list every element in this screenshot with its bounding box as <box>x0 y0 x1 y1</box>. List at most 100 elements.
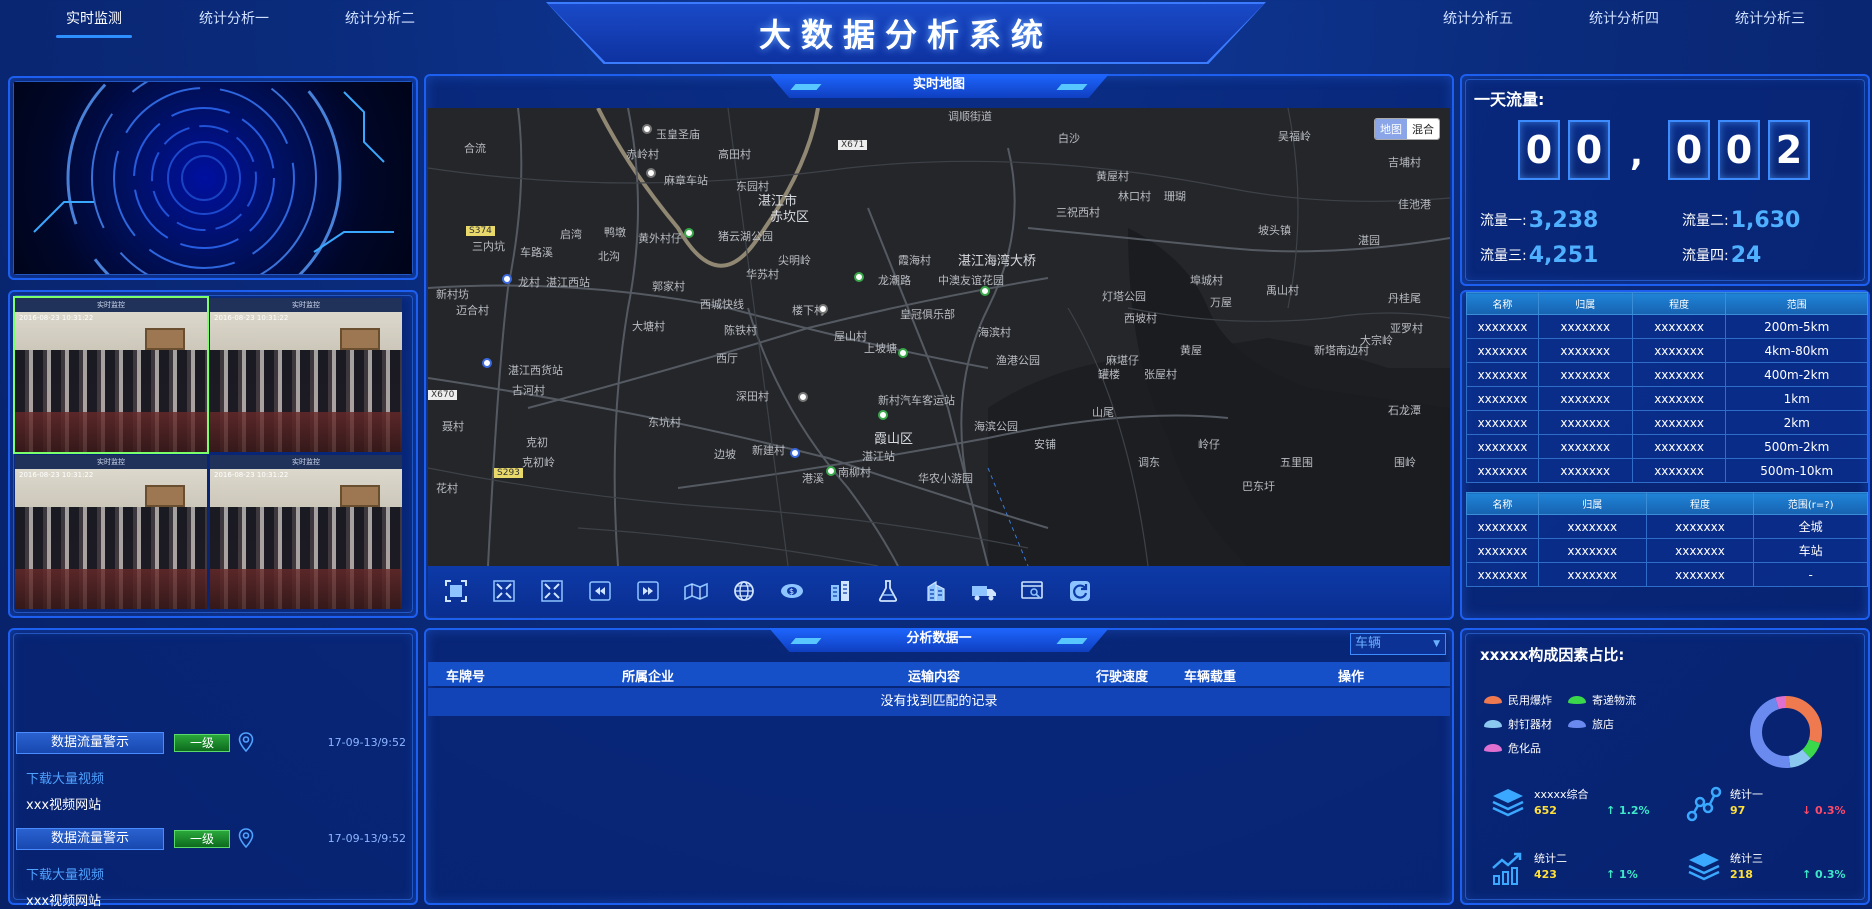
map-place-label: 白沙 <box>1058 132 1080 145</box>
map-marker-icon[interactable] <box>502 274 512 284</box>
truck-icon[interactable] <box>968 575 1000 607</box>
map-place-label: 港溪 <box>802 472 824 485</box>
header-owner: 归属 <box>1537 492 1647 515</box>
fast-forward-icon[interactable] <box>632 575 664 607</box>
map-place-label: 林口村 <box>1118 190 1151 203</box>
road-number-badge: X670 <box>428 390 458 400</box>
map-place-label: 克初岭 <box>522 456 555 469</box>
nav-analysis-1[interactable]: 统计分析一 <box>192 8 276 36</box>
map-marker-icon[interactable] <box>980 286 990 296</box>
camera-feed-3[interactable]: 实时监控 2016-08-23 10:31:22 <box>15 455 207 609</box>
flask-icon[interactable] <box>872 575 904 607</box>
map-place-label: 赤岭村 <box>626 148 659 161</box>
camera-timestamp: 2016-08-23 10:31:22 <box>19 314 94 322</box>
map-marker-icon[interactable] <box>646 168 656 178</box>
nav-realtime-monitor[interactable]: 实时监测 <box>56 8 132 38</box>
map-place-label: 安铺 <box>1034 438 1056 451</box>
realtime-map[interactable]: 地图 混合 调顺街道 玉皇圣庙 合流 赤岭村 高田村 X671 白沙 吴福岭 吉埔村 麻章车站 东园… <box>428 108 1450 566</box>
map-roads <box>428 108 1450 566</box>
map-marker-icon[interactable] <box>482 358 492 368</box>
map-place-label: 合流 <box>464 142 486 155</box>
map-place-label: 罐楼 <box>1098 368 1120 381</box>
table-row[interactable]: xxxxxxx xxxxxxx xxxxxxx 500m-10km <box>1466 458 1868 483</box>
column-cargo[interactable]: 运输内容 <box>908 666 960 685</box>
map-place-label: 霞山区 <box>874 432 914 447</box>
vehicle-type-select[interactable]: 车辆 ▼ <box>1350 633 1446 655</box>
map-marker-icon[interactable] <box>818 304 828 314</box>
map-place-label: 猪云湖公园 <box>718 230 773 243</box>
map-place-label: 张屋村 <box>1144 368 1177 381</box>
fullscreen-icon[interactable] <box>440 575 472 607</box>
analysis-panel-title: 分析数据一 <box>769 628 1109 652</box>
search-window-icon[interactable] <box>1016 575 1048 607</box>
table-cell: xxxxxxx <box>1645 562 1755 587</box>
map-place-label: 渔港公园 <box>996 354 1040 367</box>
map-mode-map[interactable]: 地图 <box>1375 119 1407 139</box>
header-degree: 程度 <box>1631 292 1727 315</box>
map-place-label: 禹山村 <box>1266 284 1299 297</box>
camera-feed-2[interactable]: 实时监控 2016-08-23 10:31:22 <box>210 298 402 452</box>
column-speed[interactable]: 行驶速度 <box>1096 666 1148 685</box>
alert-button[interactable]: 数据流量警示 <box>16 732 164 754</box>
table-row[interactable]: xxxxxxx xxxxxxx xxxxxxx 500m-2km <box>1466 434 1868 459</box>
map-marker-icon[interactable] <box>798 392 808 402</box>
map-place-label: 黄屋 <box>1180 344 1202 357</box>
globe-icon[interactable] <box>728 575 760 607</box>
layers-icon <box>1492 789 1524 817</box>
stat-item-1: xxxxx综合 652 ↑ 1.2% <box>1490 786 1690 826</box>
column-plate[interactable]: 车牌号 <box>446 666 485 685</box>
map-layer-icon[interactable] <box>680 575 712 607</box>
table-row[interactable]: xxxxxxx xxxxxxx xxxxxxx - <box>1466 562 1868 587</box>
building-icon[interactable] <box>824 575 856 607</box>
map-place-label: 亚罗村 <box>1390 322 1423 335</box>
table-row[interactable]: xxxxxxx xxxxxxx xxxxxxx 2km <box>1466 410 1868 435</box>
map-marker-icon[interactable] <box>898 348 908 358</box>
map-place-label: 车路溪 <box>520 246 553 259</box>
map-marker-icon[interactable] <box>684 228 694 238</box>
column-action: 操作 <box>1338 670 1365 685</box>
nav-analysis-2[interactable]: 统计分析二 <box>338 8 422 36</box>
location-pin-icon[interactable] <box>238 828 254 848</box>
map-place-label: 大塘村 <box>632 320 665 333</box>
map-place-label: 霞海村 <box>898 254 931 267</box>
money-icon[interactable]: $ <box>776 575 808 607</box>
camera-feed-4[interactable]: 实时监控 2016-08-23 10:31:22 <box>210 455 402 609</box>
map-place-label: 五里围 <box>1280 456 1313 469</box>
table-row[interactable]: xxxxxxx xxxxxxx xxxxxxx 全城 <box>1466 514 1868 539</box>
map-place-label: 北沟 <box>598 250 620 263</box>
tunnel-visual <box>14 82 412 274</box>
expand-icon[interactable] <box>488 575 520 607</box>
table-row[interactable]: xxxxxxx xxxxxxx xxxxxxx 400m-2km <box>1466 362 1868 387</box>
table-row[interactable]: xxxxxxx xxxxxxx xxxxxxx 200m-5km <box>1466 314 1868 339</box>
table-row[interactable]: xxxxxxx xxxxxxx xxxxxxx 车站 <box>1466 538 1868 563</box>
alert-link[interactable]: 下载大量视频 <box>26 768 104 787</box>
map-place-label: 埠城村 <box>1190 274 1223 287</box>
office-tower-icon[interactable] <box>920 575 952 607</box>
rewind-icon[interactable] <box>584 575 616 607</box>
alert-site: xxx视频网站 <box>26 894 102 909</box>
nav-analysis-3[interactable]: 统计分析三 <box>1728 8 1812 36</box>
legend-item: 民用爆炸 <box>1484 692 1552 708</box>
nav-analysis-4[interactable]: 统计分析四 <box>1582 8 1666 36</box>
map-marker-icon[interactable] <box>790 448 800 458</box>
alert-level-badge: 一级 <box>174 734 230 752</box>
table-row[interactable]: xxxxxxx xxxxxxx xxxxxxx 4km-80km <box>1466 338 1868 363</box>
shrink-icon[interactable] <box>536 575 568 607</box>
column-load[interactable]: 车辆载重 <box>1184 666 1236 685</box>
map-marker-icon[interactable] <box>854 272 864 282</box>
column-company[interactable]: 所属企业 <box>622 666 674 685</box>
nav-analysis-5[interactable]: 统计分析五 <box>1436 8 1520 36</box>
table-cell: xxxxxxx <box>1645 514 1755 539</box>
alert-button[interactable]: 数据流量警示 <box>16 828 164 850</box>
table-cell: xxxxxxx <box>1537 458 1633 483</box>
map-marker-icon[interactable] <box>878 410 888 420</box>
alert-link[interactable]: 下载大量视频 <box>26 864 104 883</box>
location-pin-icon[interactable] <box>238 732 254 752</box>
table-row[interactable]: xxxxxxx xxxxxxx xxxxxxx 1km <box>1466 386 1868 411</box>
map-marker-icon[interactable] <box>642 124 652 134</box>
map-marker-icon[interactable] <box>826 466 836 476</box>
title-banner: 大数据分析系统 <box>548 4 1264 62</box>
map-mode-hybrid[interactable]: 混合 <box>1407 119 1439 139</box>
camera-feed-1[interactable]: 实时监控 2016-08-23 10:31:22 <box>13 296 209 454</box>
refresh-icon[interactable] <box>1064 575 1096 607</box>
